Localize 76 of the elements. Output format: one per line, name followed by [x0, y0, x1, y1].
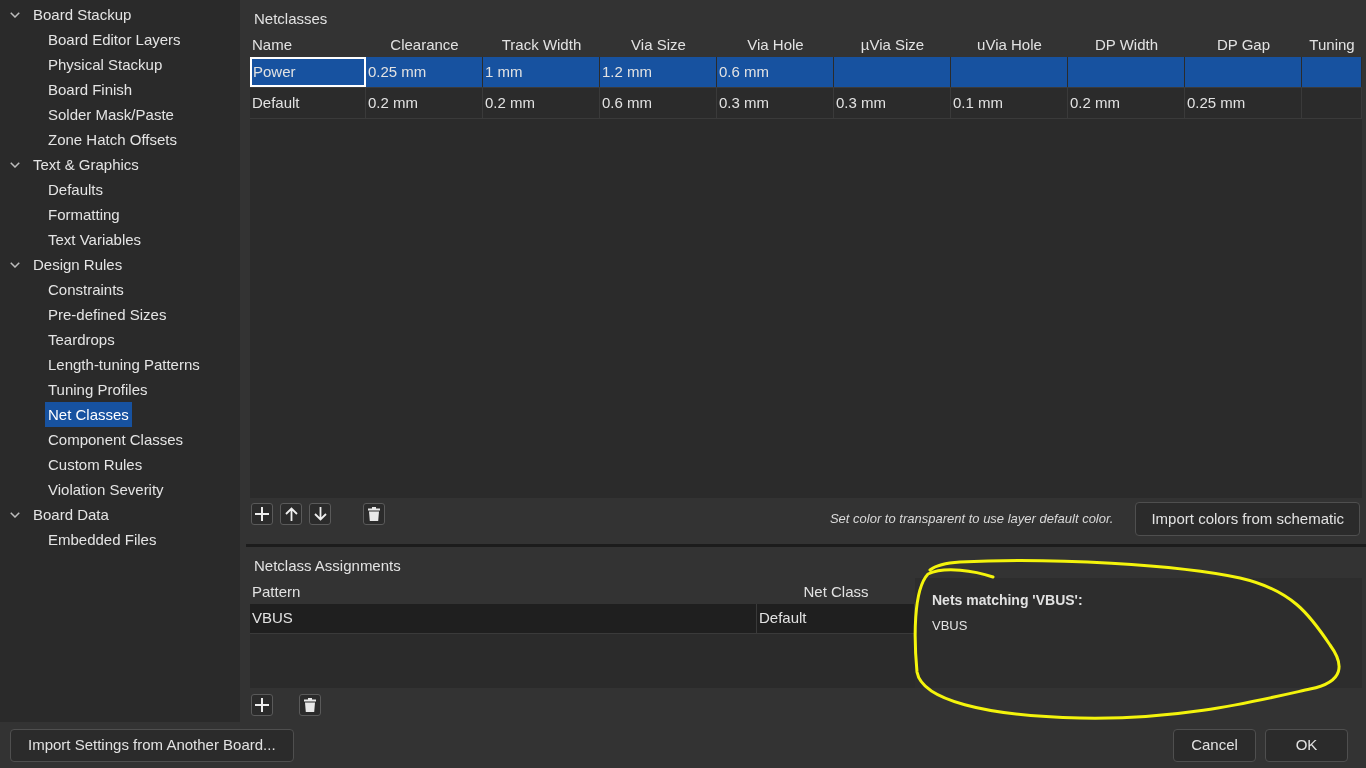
arrow-up-icon	[284, 507, 298, 521]
tree-item[interactable]: Embedded Files	[45, 527, 160, 552]
tree-item[interactable]: Board Finish	[45, 77, 136, 102]
column-header: Pattern	[252, 581, 301, 602]
table-cell[interactable]: 1 mm	[483, 57, 600, 87]
column-header: Name	[252, 34, 292, 55]
table-cell[interactable]: Power	[250, 57, 366, 87]
tree-item[interactable]: Board Editor Layers	[45, 27, 184, 52]
chevron-down-icon[interactable]	[10, 11, 20, 18]
delete-button[interactable]	[299, 694, 321, 716]
column-header: Track Width	[501, 34, 582, 55]
net-name: VBUS	[932, 618, 968, 634]
table-cell[interactable]: 0.2 mm	[483, 88, 600, 118]
add-button[interactable]	[251, 694, 273, 716]
column-header: µVia Size	[860, 34, 925, 55]
tree-item[interactable]: Component Classes	[45, 427, 187, 452]
tree-item[interactable]: Pre-defined Sizes	[45, 302, 170, 327]
table-cell[interactable]: 0.25 mm	[366, 57, 483, 87]
tree-item[interactable]: Text & Graphics	[30, 152, 142, 177]
ok-button[interactable]: OK	[1265, 729, 1348, 762]
column-header: Tuning	[1309, 34, 1355, 55]
table-cell[interactable]: 0.1 mm	[951, 88, 1068, 118]
column-header: DP Gap	[1216, 34, 1271, 55]
delete-button[interactable]	[363, 503, 385, 525]
tree-item[interactable]: Solder Mask/Paste	[45, 102, 177, 127]
tree-item[interactable]: Net Classes	[45, 402, 132, 427]
table-cell[interactable]: 0.3 mm	[717, 88, 834, 118]
tree-item[interactable]: Violation Severity	[45, 477, 167, 502]
move-down-button[interactable]	[309, 503, 331, 525]
tree-item[interactable]: Tuning Profiles	[45, 377, 151, 402]
table-cell[interactable]: 0.6 mm	[600, 88, 717, 118]
column-header: Via Size	[631, 34, 686, 55]
table-cell[interactable]: 0.25 mm	[1185, 88, 1302, 118]
add-button[interactable]	[251, 503, 273, 525]
tree-item[interactable]: Constraints	[45, 277, 127, 302]
table-cell[interactable]: 0.2 mm	[366, 88, 483, 118]
table-cell[interactable]: Default	[250, 88, 366, 118]
table-cell[interactable]: 0.2 mm	[1068, 88, 1185, 118]
table-row[interactable]: Default 0.2 mm 0.2 mm 0.6 mm 0.3 mm 0.3 mm 0.1 mm 0.2 mm 0.25 mm	[250, 88, 1362, 119]
table-row[interactable]: Power 0.25 mm 1 mm 1.2 mm 0.6 mm	[250, 57, 1362, 88]
column-header: Via Hole	[747, 34, 804, 55]
plus-icon	[255, 698, 269, 712]
chevron-down-icon[interactable]	[10, 261, 20, 268]
import-colors-button[interactable]: Import colors from schematic	[1135, 502, 1360, 536]
hint-text: Set color to transparent to use layer default color.	[829, 510, 1114, 529]
trash-icon	[304, 698, 316, 712]
tree-item[interactable]: Physical Stackup	[45, 52, 166, 77]
tree-item[interactable]: Board Stackup	[30, 2, 135, 27]
cancel-button[interactable]: Cancel	[1173, 729, 1256, 762]
tree-item[interactable]: Length-tuning Patterns	[45, 352, 203, 377]
tree-item[interactable]: Formatting	[45, 202, 123, 227]
section-title: Netclass Assignments	[254, 557, 401, 574]
tree-item[interactable]: Custom Rules	[45, 452, 146, 477]
tree-item[interactable]: Text Variables	[45, 227, 145, 252]
section-title: Netclasses	[254, 10, 328, 27]
table-cell[interactable]: 1.2 mm	[600, 57, 717, 87]
table-cell[interactable]: 0.3 mm	[834, 88, 951, 118]
column-header: uVia Hole	[977, 34, 1042, 55]
chevron-down-icon[interactable]	[10, 161, 20, 168]
table-cell[interactable]: 0.6 mm	[717, 57, 834, 87]
tree-item[interactable]: Teardrops	[45, 327, 118, 352]
tree-item[interactable]: Zone Hatch Offsets	[45, 127, 180, 152]
plus-icon	[255, 507, 269, 521]
column-header: Clearance	[390, 34, 459, 55]
tree-item[interactable]: Board Data	[30, 502, 112, 527]
tree-item[interactable]: Design Rules	[30, 252, 126, 277]
column-header: Net Class	[803, 581, 869, 602]
tree-item[interactable]: Defaults	[45, 177, 107, 202]
move-up-button[interactable]	[280, 503, 302, 525]
column-header: DP Width	[1094, 34, 1159, 55]
tooltip-title: Nets matching 'VBUS':	[932, 592, 1083, 609]
trash-icon	[368, 507, 380, 521]
chevron-down-icon[interactable]	[10, 511, 20, 518]
table-cell[interactable]: VBUS	[250, 604, 757, 633]
arrow-down-icon	[313, 507, 327, 521]
import-settings-button[interactable]: Import Settings from Another Board...	[10, 729, 294, 762]
